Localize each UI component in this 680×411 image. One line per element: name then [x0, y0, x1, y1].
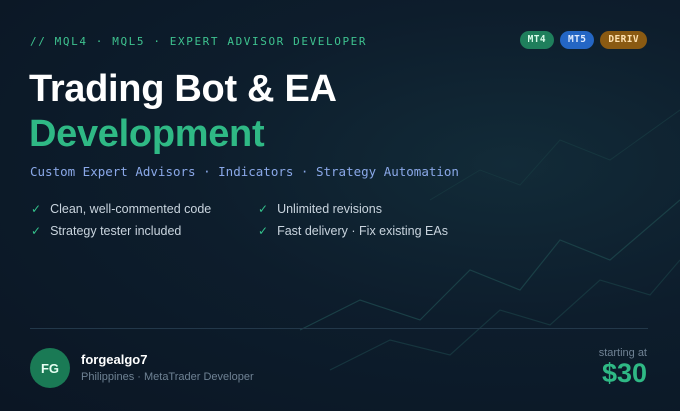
eyebrow-tagline: // MQL4 · MQL5 · EXPERT ADVISOR DEVELOPE…	[30, 35, 368, 48]
badge-mt5: MT5	[560, 31, 595, 49]
feature-item: ✓ Strategy tester included	[31, 224, 181, 238]
feature-label: Clean, well-commented code	[50, 202, 212, 216]
services-subtitle: Custom Expert Advisors · Indicators · St…	[30, 164, 459, 179]
feature-item: ✓ Clean, well-commented code	[31, 202, 211, 216]
feature-label: Fast delivery · Fix existing EAs	[277, 224, 448, 238]
check-icon: ✓	[31, 224, 42, 238]
check-icon: ✓	[31, 202, 42, 216]
seller-username[interactable]: forgealgo7	[81, 352, 147, 367]
feature-label: Strategy tester included	[50, 224, 182, 238]
feature-item: ✓ Fast delivery · Fix existing EAs	[258, 224, 448, 238]
badge-mt4: MT4	[519, 31, 555, 49]
seller-location-role: Philippines · MetaTrader Developer	[81, 371, 254, 383]
feature-item: ✓ Unlimited revisions	[258, 202, 382, 216]
avatar[interactable]: FG	[30, 348, 70, 388]
badge-deriv: DERIV	[600, 31, 647, 49]
platform-badges: MT4 MT5 DERIV	[519, 31, 647, 49]
check-icon: ✓	[258, 224, 269, 238]
price-value: $30	[601, 358, 647, 388]
title-line-1: Trading Bot & EA	[29, 68, 337, 110]
title-line-2: Development	[29, 113, 265, 155]
check-icon: ✓	[258, 202, 269, 216]
feature-label: Unlimited revisions	[277, 202, 382, 216]
divider	[30, 328, 648, 329]
gig-card: // MQL4 · MQL5 · EXPERT ADVISOR DEVELOPE…	[0, 0, 680, 411]
